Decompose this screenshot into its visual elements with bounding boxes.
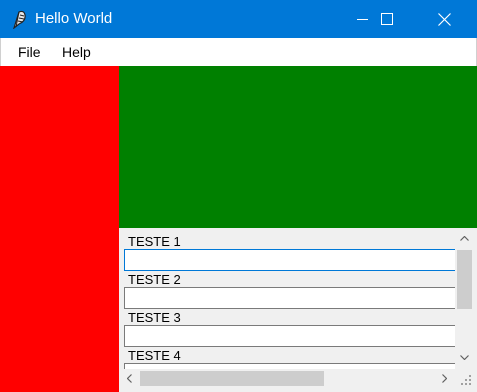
field-label-teste-2: TESTE 2 [128,272,181,287]
minimize-button[interactable] [340,0,386,38]
close-icon [437,12,451,26]
scroll-left-button[interactable] [121,369,138,388]
teste-3-input[interactable] [124,325,455,347]
chevron-up-icon [460,236,469,241]
chevron-down-icon [460,355,469,360]
chevron-right-icon [442,374,447,383]
teste-2-input[interactable] [124,287,455,309]
vertical-scrollbar[interactable] [455,228,474,369]
chevron-left-icon [127,374,132,383]
minimize-icon [357,19,368,20]
left-red-panel [0,66,119,392]
resize-grip[interactable] [455,369,474,388]
vertical-scroll-thumb[interactable] [457,250,472,309]
window-border [119,388,477,392]
title-bar[interactable]: Hello World [0,0,477,38]
scroll-down-button[interactable] [455,349,474,366]
scroll-right-button[interactable] [436,369,453,388]
close-button[interactable] [421,0,467,38]
scrollable-form: TESTE 1 TESTE 2 TESTE 3 TESTE 4 [119,228,455,369]
feather-icon [13,10,26,29]
horizontal-scroll-thumb[interactable] [140,371,324,386]
menu-bar: File Help [0,38,477,66]
field-label-teste-4: TESTE 4 [128,348,181,363]
teste-1-input[interactable] [124,249,455,271]
resize-grip-icon [461,375,471,385]
field-label-teste-1: TESTE 1 [128,234,181,249]
menu-help[interactable]: Help [62,44,91,60]
menu-file[interactable]: File [18,44,41,60]
top-green-panel [119,66,477,228]
window-title: Hello World [35,10,113,27]
field-label-teste-3: TESTE 3 [128,310,181,325]
horizontal-scrollbar[interactable] [119,369,455,388]
scroll-up-button[interactable] [455,230,474,247]
